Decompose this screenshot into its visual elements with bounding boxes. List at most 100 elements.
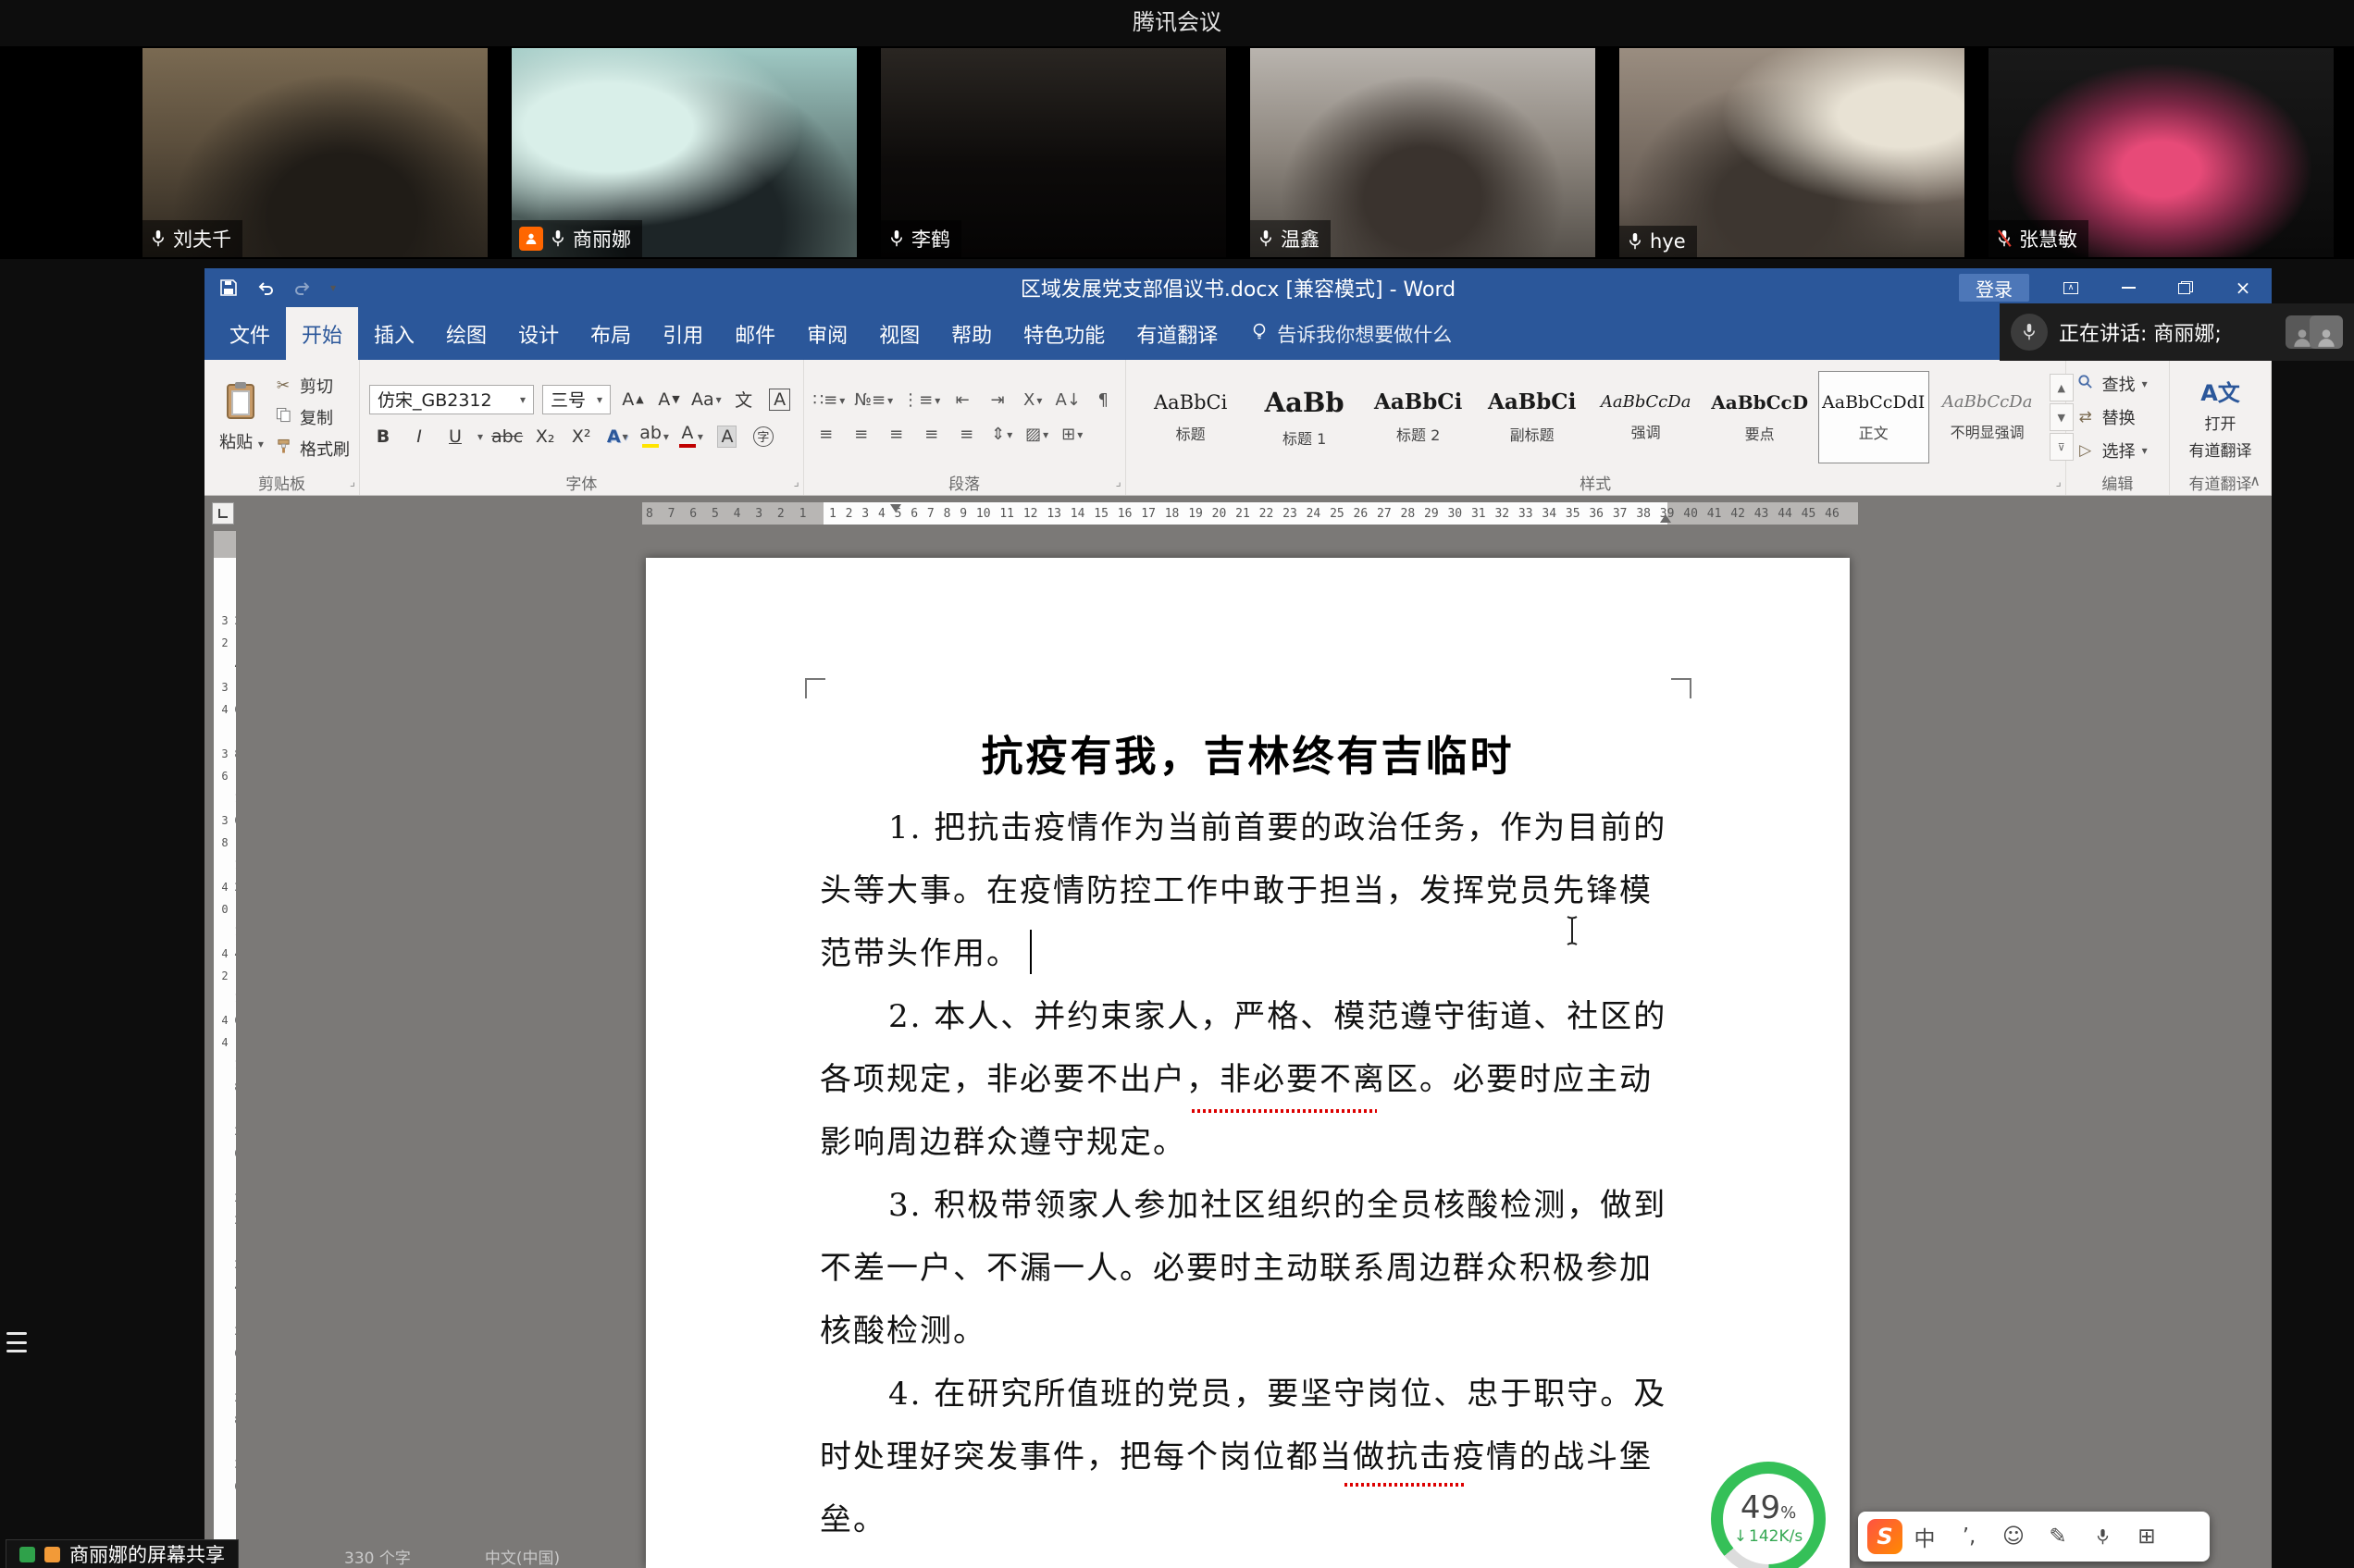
line-spacing-button[interactable]: ⇕▾ (989, 422, 1015, 448)
copy-button[interactable]: 复制 (273, 405, 350, 429)
sogou-logo-icon[interactable]: S (1867, 1519, 1902, 1554)
video-tile[interactable]: 张慧敏 (1989, 48, 2334, 257)
tab-youdao-translate[interactable]: 有道翻译 (1121, 307, 1233, 360)
paste-button[interactable]: 粘贴 ▾ (214, 381, 269, 453)
restore-button[interactable] (2157, 268, 2214, 307)
style-card[interactable]: AaBbCcDa强调 (1591, 371, 1702, 463)
tab-draw[interactable]: 绘图 (430, 307, 502, 360)
character-border-button[interactable]: A (766, 386, 794, 414)
meeting-panel-toggle[interactable] (2, 1328, 31, 1356)
increase-indent-button[interactable]: ⇥ (985, 388, 1010, 414)
style-card[interactable]: AaBbCi标题 2 (1363, 371, 1474, 463)
style-card[interactable]: AaBbCcDa不明显强调 (1932, 371, 2043, 463)
tab-view[interactable]: 视图 (863, 307, 935, 360)
replace-button[interactable]: ⇄替换 (2075, 405, 2148, 429)
underline-button[interactable]: U (441, 423, 469, 451)
underline-caret[interactable]: ▾ (477, 430, 483, 443)
mic-icon[interactable] (2011, 314, 2048, 351)
borders-button[interactable]: ⊞▾ (1059, 422, 1085, 448)
video-tile[interactable]: 温鑫 (1250, 48, 1595, 257)
youdao-open-button[interactable]: A文 打开 有道翻译 (2179, 375, 2261, 461)
first-line-indent-marker[interactable] (890, 504, 901, 512)
style-card[interactable]: AaBbCi标题 (1135, 371, 1246, 463)
change-case-button[interactable]: Aa▾ (691, 386, 722, 414)
save-button[interactable] (219, 278, 238, 297)
italic-button[interactable]: I (405, 423, 433, 451)
multilevel-list-button[interactable]: ⋮≡▾ (902, 388, 940, 414)
sort-button[interactable]: A↓ (1055, 388, 1081, 414)
numbering-button[interactable]: №≡▾ (854, 388, 893, 414)
redo-button[interactable] (293, 280, 312, 296)
align-left-button[interactable]: ≡ (813, 422, 839, 448)
tab-special-features[interactable]: 特色功能 (1008, 307, 1121, 360)
show-marks-button[interactable]: ¶ (1090, 388, 1116, 414)
style-card[interactable]: AaBbCi副标题 (1477, 371, 1588, 463)
tab-selector-box[interactable] (212, 502, 234, 525)
phonetic-guide-button[interactable]: 文 (730, 386, 758, 414)
tab-file[interactable]: 文件 (214, 307, 286, 360)
styles-dialog-launcher[interactable]: ⌟ (2056, 475, 2062, 489)
video-tile[interactable]: 刘夫千 (142, 48, 488, 257)
align-right-button[interactable]: ≡ (884, 422, 910, 448)
horizontal-ruler[interactable]: 8 7 6 5 4 3 2 1 1 2 3 4 5 6 7 8 9 10 11 … (642, 502, 1858, 525)
format-painter-button[interactable]: 格式刷 (273, 437, 350, 461)
voice-input-mic-icon[interactable] (2080, 1527, 2125, 1547)
grow-font-button[interactable]: A▲ (619, 386, 647, 414)
highlight-button[interactable]: ab▾ (639, 423, 669, 451)
character-shading-button[interactable]: A (713, 423, 741, 451)
tab-layout[interactable]: 布局 (575, 307, 647, 360)
chinese-mode-icon[interactable]: 中 (1902, 1521, 1947, 1552)
distribute-button[interactable]: ≡ (954, 422, 980, 448)
subscript-button[interactable]: X₂ (531, 423, 559, 451)
handwriting-pen-icon[interactable]: ✎ (2036, 1525, 2080, 1549)
select-button[interactable]: ▷选择▾ (2075, 438, 2148, 463)
ribbon-display-options-button[interactable]: ∧ (2042, 268, 2100, 307)
video-tile[interactable]: hye (1619, 48, 1964, 257)
tab-review[interactable]: 审阅 (791, 307, 863, 360)
punctuation-mode-icon[interactable]: ’, (1947, 1525, 1991, 1549)
font-name-combo[interactable]: 仿宋_GB2312▾ (369, 385, 534, 414)
emoji-icon[interactable]: ☺ (1991, 1525, 2036, 1549)
cut-button[interactable]: ✂剪切 (273, 374, 350, 398)
customize-qat-button[interactable]: ▾ (330, 281, 336, 294)
video-tile[interactable]: 李鹤 (881, 48, 1226, 257)
font-size-combo[interactable]: 三号▾ (542, 385, 611, 414)
justify-button[interactable]: ≡ (919, 422, 945, 448)
tab-design[interactable]: 设计 (502, 307, 575, 360)
shrink-font-button[interactable]: A▼ (655, 386, 683, 414)
right-indent-marker[interactable] (1660, 514, 1671, 523)
login-button[interactable]: 登录 (1959, 274, 2029, 302)
tab-mailings[interactable]: 邮件 (719, 307, 791, 360)
minimize-button[interactable] (2100, 268, 2157, 307)
paragraph-dialog-launcher[interactable]: ⌟ (1116, 475, 1121, 489)
style-card[interactable]: AaBbCcD要点 (1704, 371, 1815, 463)
text-effects-button[interactable]: A▾ (603, 423, 631, 451)
find-button[interactable]: 查找▾ (2075, 372, 2148, 396)
font-dialog-launcher[interactable]: ⌟ (794, 475, 799, 489)
clipboard-dialog-launcher[interactable]: ⌟ (350, 475, 355, 489)
bold-button[interactable]: B (369, 423, 397, 451)
style-card-selected[interactable]: AaBbCcDdI正文 (1818, 371, 1929, 463)
style-card[interactable]: AaBb标题 1 (1249, 371, 1360, 463)
virtual-keyboard-icon[interactable]: ⊞ (2125, 1525, 2169, 1549)
undo-button[interactable] (256, 280, 275, 296)
superscript-button[interactable]: X² (567, 423, 595, 451)
enclose-characters-button[interactable]: 字 (750, 423, 777, 451)
tab-references[interactable]: 引用 (647, 307, 719, 360)
video-tile[interactable]: 商丽娜 (512, 48, 857, 257)
font-color-button[interactable]: A▾ (677, 423, 705, 451)
tab-home[interactable]: 开始 (286, 307, 358, 360)
collapse-ribbon-button[interactable]: ∧ (2249, 472, 2261, 489)
close-button[interactable]: × (2214, 268, 2272, 307)
vertical-ruler[interactable]: 2 4 6 8 10 12 14 16 18 20 22 24 26 28 30… (214, 531, 236, 1568)
document-page[interactable]: 抗疫有我，吉林终有吉临时 1. 把抗击疫情作为当前首要的政治任务，作为目前的 头… (646, 558, 1850, 1568)
align-center-button[interactable]: ≡ (849, 422, 874, 448)
tab-help[interactable]: 帮助 (935, 307, 1008, 360)
bullets-button[interactable]: ∷≡▾ (813, 388, 846, 414)
tell-me-box[interactable]: 告诉我你想要做什么 (1233, 307, 1452, 360)
shading-button[interactable]: ▨▾ (1024, 422, 1050, 448)
tab-insert[interactable]: 插入 (358, 307, 430, 360)
screen-share-banner[interactable]: 商丽娜的屏幕共享 (6, 1539, 239, 1568)
strikethrough-button[interactable]: abc (491, 423, 523, 451)
decrease-indent-button[interactable]: ⇤ (949, 388, 975, 414)
